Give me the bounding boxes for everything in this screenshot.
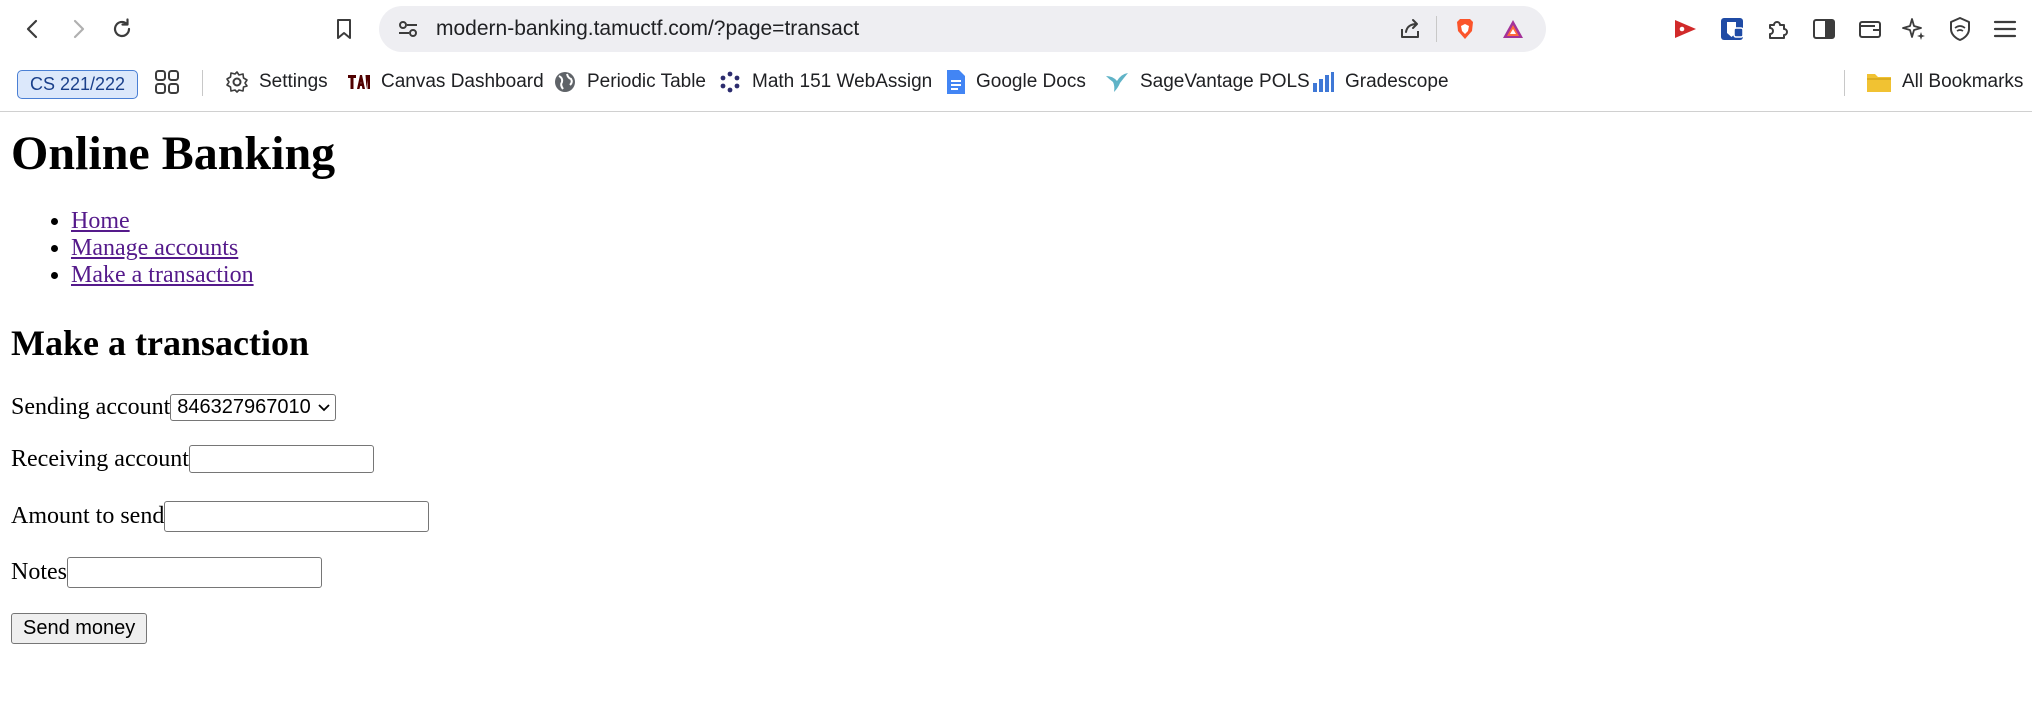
bookmark-label: Periodic Table [587,71,707,92]
bar-chart-icon [1313,72,1334,92]
nav-link-manage-accounts[interactable]: Manage accounts [71,235,238,261]
sending-account-value: 846327967010 [177,396,311,418]
globe-icon [555,72,575,92]
extension-youtube-icon[interactable] [1671,15,1699,43]
bookmark-label: Math 151 WebAssign [752,71,933,92]
amount-label: Amount to send [11,503,165,529]
leo-ai-icon[interactable] [1900,15,1928,43]
bookmark-label: SageVantage POLS [1140,71,1310,92]
bookmarks-bar: CS 221/222 Settings Canvas Dashboard Per… [0,58,2032,112]
nav-item-manage-accounts: Manage accounts [71,235,254,262]
bookmark-settings[interactable]: Settings [225,58,328,106]
brave-shields-icon[interactable] [1453,17,1477,41]
wallet-icon[interactable] [1856,15,1884,43]
main-menu-icon[interactable] [1991,15,2019,43]
nav-link-make-transaction[interactable]: Make a transaction [71,262,254,288]
bookmark-label: All Bookmarks [1902,71,2024,92]
bookmark-google-docs[interactable]: Google Docs [946,58,1086,106]
sending-account-label: Sending account [11,394,171,420]
site-settings-icon[interactable] [396,17,420,41]
notes-label: Notes [11,559,67,585]
forward-button[interactable] [60,11,96,47]
forward-arrow-icon [73,19,85,39]
gear-icon [226,71,248,93]
chevron-down-icon [318,403,330,411]
urlbar-divider [1436,16,1437,42]
vpn-shield-icon[interactable] [1946,15,1974,43]
send-money-button[interactable]: Send money [11,613,148,644]
section-heading: Make a transaction [11,323,309,363]
notes-input[interactable] [67,557,322,588]
bookmarks-divider [1844,70,1845,96]
notes-row: Notes [11,557,322,588]
docs-icon [947,70,965,94]
receiving-account-row: Receiving account [11,445,374,473]
nav-item-make-transaction: Make a transaction [71,262,254,289]
reload-button[interactable] [104,11,140,47]
bookmark-sagevantage[interactable]: SageVantage POLS [1104,58,1310,106]
apps-grid-icon [155,70,179,94]
browser-toolbar: modern-banking.tamuctf.com/?page=transac… [0,0,2032,58]
brave-rewards-icon[interactable] [1501,17,1525,41]
nav-link-home[interactable]: Home [71,208,130,234]
sidebar-toggle-icon[interactable] [1810,15,1838,43]
bookmark-label: Settings [259,71,328,92]
bookmark-canvas-dashboard[interactable]: Canvas Dashboard [347,58,544,106]
bookmark-label: Canvas Dashboard [381,71,544,92]
bird-icon [1106,73,1128,92]
extensions-puzzle-icon[interactable] [1764,15,1792,43]
bookmark-icon [337,19,351,39]
web-page: Online Banking Home Manage accounts Make… [0,112,2032,727]
bookmark-page-button[interactable] [326,11,362,47]
amount-input[interactable] [164,501,430,532]
folder-icon [1867,74,1891,92]
page-title: Online Banking [11,127,336,180]
sending-account-select[interactable]: 846327967010 [170,394,336,421]
amount-row: Amount to send [11,501,430,532]
back-arrow-icon [26,19,38,39]
webassign-icon [720,71,740,93]
bookmark-periodic-table[interactable]: Periodic Table [553,58,706,106]
share-icon[interactable] [1398,17,1422,41]
url-text[interactable]: modern-banking.tamuctf.com/?page=transac… [436,6,859,52]
bookmarks-divider [202,70,203,96]
back-button[interactable] [15,11,51,47]
apps-grid-button[interactable] [154,58,180,106]
sending-account-row: Sending account 846327967010 [11,394,336,421]
tab-group-chip[interactable]: CS 221/222 [17,70,139,99]
bookmark-label: Google Docs [976,71,1086,92]
bookmark-webassign[interactable]: Math 151 WebAssign [718,58,932,106]
tamu-logo-icon [348,75,370,89]
receiving-account-input[interactable] [188,445,374,473]
bookmark-all-bookmarks[interactable]: All Bookmarks [1866,58,2023,106]
site-nav: Home Manage accounts Make a transaction [11,208,254,289]
extension-bitwarden-icon[interactable] [1718,15,1746,43]
reload-icon [113,18,131,38]
bookmark-label: Gradescope [1345,71,1449,92]
receiving-account-label: Receiving account [11,445,189,472]
nav-item-home: Home [71,208,254,235]
address-bar[interactable]: modern-banking.tamuctf.com/?page=transac… [379,6,1546,52]
bookmark-gradescope[interactable]: Gradescope [1311,58,1449,106]
